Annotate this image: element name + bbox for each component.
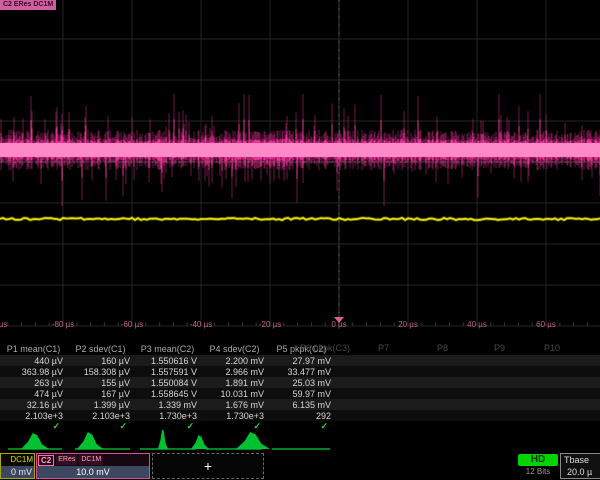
waveform-traces [0, 0, 600, 332]
plus-icon: + [204, 458, 212, 474]
measurement-value: 59.97 mV [268, 389, 335, 399]
param-header-inactive-p7[interactable]: P7 [378, 343, 389, 353]
measurement-value: 32.16 µV [0, 400, 67, 410]
c2-coupling-badge: DC1M [79, 455, 103, 465]
trigger-position-icon[interactable] [334, 317, 344, 323]
table-row-value: 440 µV160 µV1.550616 V2.200 mV27.97 mV [0, 355, 600, 366]
measurement-value: 2.103e+3 [0, 411, 67, 421]
table-row-max: 474 µV167 µV1.558645 V10.031 mV59.97 mV [0, 388, 600, 399]
c2-eres-badge: ERes [56, 455, 77, 465]
measurement-value: 25.03 mV [268, 378, 335, 388]
channel-c2-descriptor[interactable]: C2 ERes DC1M 10.0 mV [36, 453, 150, 479]
add-trace-button[interactable]: + [152, 453, 264, 479]
time-axis-label: -60 µs [121, 320, 143, 329]
measurement-value: 6.135 mV [268, 400, 335, 410]
time-axis-label: 40 µs [467, 320, 487, 329]
measurement-table-header: P1 mean(C1)P2 sdev(C1)P3 mean(C2)P4 sdev… [0, 343, 600, 355]
measurement-value: 1.557591 V [134, 367, 201, 377]
measurement-value: 167 µV [67, 389, 134, 399]
time-axis-label: -100 µs [0, 320, 7, 329]
measurement-value: 155 µV [67, 378, 134, 388]
c1-coupling-label: DC1M [1, 454, 34, 466]
measurement-value: 1.339 mV [134, 400, 201, 410]
measurement-value: 1.550084 V [134, 378, 201, 388]
hd-mode-indicator[interactable]: HD 12 Bits [518, 454, 558, 478]
table-row-sdev: 32.16 µV1.399 µV1.339 mV1.676 mV6.135 mV [0, 399, 600, 410]
trace-annotation-badge: C2 ERes DC1M [0, 0, 56, 10]
timebase-label: Tbase [561, 454, 600, 466]
measurement-value: 158.308 µV [67, 367, 134, 377]
measurement-value: 2.966 mV [201, 367, 268, 377]
oscilloscope-screen: C2 ERes DC1M -100 µs -80 µs -60 µs -40 µs -2… [0, 0, 600, 480]
measurement-value: 160 µV [67, 356, 134, 366]
time-axis-label: -20 µs [259, 320, 281, 329]
measurement-value: 2.103e+3 [67, 411, 134, 421]
param-header-p3[interactable]: P3 mean(C2) [134, 344, 201, 354]
hd-bits-label: 12 Bits [518, 466, 558, 478]
measurement-value: 474 µV [0, 389, 67, 399]
measurement-table: P1 mean(C1)P2 sdev(C1)P3 mean(C2)P4 sdev… [0, 343, 600, 432]
measurement-value: 1.399 µV [67, 400, 134, 410]
c2-descriptor-top: C2 ERes DC1M [37, 454, 149, 466]
time-axis-label: -80 µs [52, 320, 74, 329]
timebase-descriptor[interactable]: Tbase 20.0 µ [560, 453, 600, 479]
measurement-value: 1.891 mV [201, 378, 268, 388]
time-axis-label: -40 µs [190, 320, 212, 329]
time-axis-label: 20 µs [398, 320, 418, 329]
measurement-value: 1.730e+3 [201, 411, 268, 421]
hd-badge: HD [518, 454, 558, 466]
measurement-table-rows: 440 µV160 µV1.550616 V2.200 mV27.97 mV36… [0, 355, 600, 432]
param-header-p1[interactable]: P1 mean(C1) [0, 344, 67, 354]
measurement-value: 1.730e+3 [134, 411, 201, 421]
channel-c1-descriptor[interactable]: DC1M 0 mV [0, 453, 35, 479]
table-row-min: 263 µV155 µV1.550084 V1.891 mV25.03 mV [0, 377, 600, 388]
c2-channel-tag: C2 [38, 455, 54, 466]
param-header-p4[interactable]: P4 sdev(C2) [201, 344, 268, 354]
time-axis-label: 60 µs [536, 320, 556, 329]
c1-scale-value: 0 mV [1, 466, 34, 478]
descriptor-bar: DC1M 0 mV C2 ERes DC1M 10.0 mV + HD 12 B… [0, 452, 600, 480]
measurement-value: 2.200 mV [201, 356, 268, 366]
param-header-inactive-p8[interactable]: P8 [437, 343, 448, 353]
timebase-value: 20.0 µ [561, 466, 600, 478]
measurement-value: 27.97 mV [268, 356, 335, 366]
measurement-value: 10.031 mV [201, 389, 268, 399]
measurement-value: 363.98 µV [0, 367, 67, 377]
c2-scale-value: 10.0 mV [37, 466, 149, 478]
measurement-value: 1.558645 V [134, 389, 201, 399]
param-header-p2[interactable]: P2 sdev(C1) [67, 344, 134, 354]
param-header-inactive-p6 pkpk(c3)[interactable]: P6 pkpk(C3) [300, 343, 350, 353]
measurement-value: 1.676 mV [201, 400, 268, 410]
measurement-value: 292 [268, 411, 335, 421]
measurement-value: 1.550616 V [134, 356, 201, 366]
measurement-value: 440 µV [0, 356, 67, 366]
measurement-value: 263 µV [0, 378, 67, 388]
param-header-inactive-p10[interactable]: P10 [544, 343, 560, 353]
measurement-value: 33.477 mV [268, 367, 335, 377]
table-row-num: 2.103e+32.103e+31.730e+31.730e+3292 [0, 410, 600, 421]
measurement-histicons [0, 430, 600, 452]
table-row-mean: 363.98 µV158.308 µV1.557591 V2.966 mV33.… [0, 366, 600, 377]
param-header-inactive-p9[interactable]: P9 [494, 343, 505, 353]
